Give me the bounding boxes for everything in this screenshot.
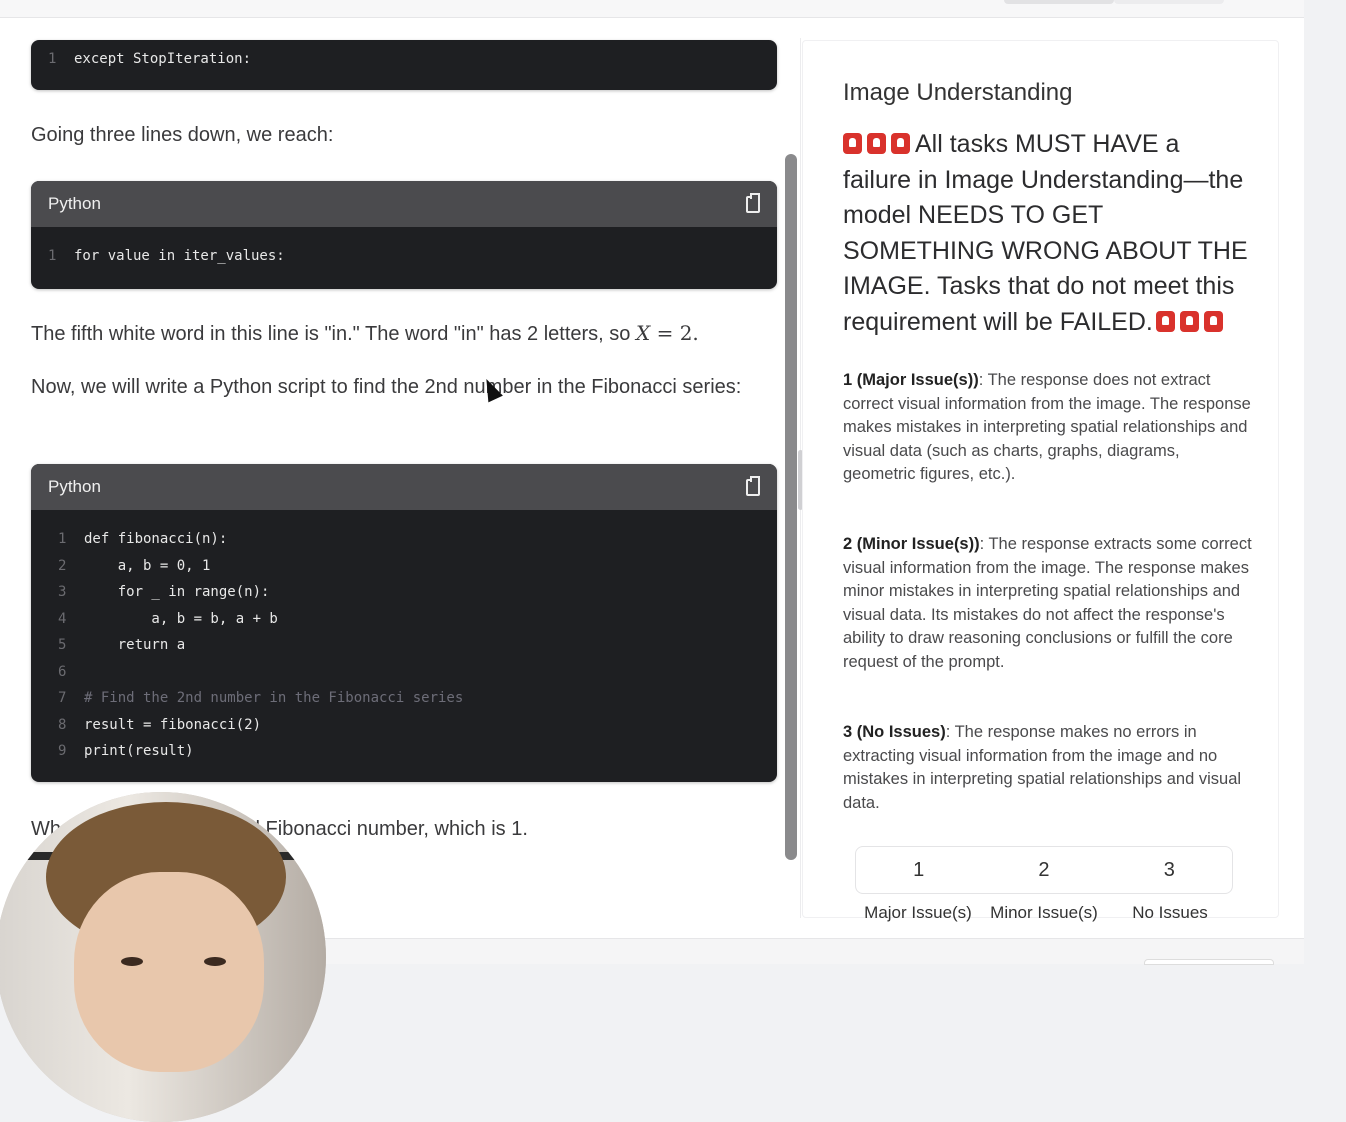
code-line: 6 <box>58 663 67 680</box>
code-line: 1 def fibonacci(n): <box>58 531 228 547</box>
rubric-criterion: 2 (Minor Issue(s)): The response extract… <box>843 535 1252 671</box>
top-tab[interactable] <box>1004 0 1114 4</box>
code-language-label: Python <box>48 477 101 496</box>
police-light-icon <box>1155 310 1175 332</box>
rating-selector: 1 2 3 <box>855 846 1233 894</box>
code-block: Python 1 for value in iter_values: <box>31 181 777 289</box>
rubric-criterion: 1 (Major Issue(s)): The response does no… <box>843 371 1251 483</box>
rating-label: Major Issue(s) <box>864 903 972 922</box>
rating-label: No Issues <box>1132 903 1208 922</box>
rating-option-3[interactable]: 3 <box>1107 847 1232 893</box>
police-light-icon <box>843 133 862 154</box>
code-block-header: Python <box>31 181 777 227</box>
code-block: Python 1 def fibonacci(n): 2 a, b = 0, 1 3 … <box>31 464 777 782</box>
code-block-partial: 1 except StopIteration: <box>31 40 777 90</box>
code-block-header: Python <box>31 464 777 510</box>
police-light-icon <box>1203 310 1223 332</box>
code-line: 1 except StopIteration: <box>48 51 252 67</box>
rubric-title: Image Understanding <box>843 79 1073 106</box>
webcam-overlay <box>0 792 326 1122</box>
code-line: 4 a, b = b, a + b <box>58 610 278 627</box>
code-line: 7 # Find the 2nd number in the Fibonacci … <box>58 690 464 706</box>
police-light-icon <box>1179 310 1199 332</box>
code-language-label: Python <box>48 194 101 213</box>
rating-option-1[interactable]: 1 <box>856 847 981 893</box>
rubric-criterion: 3 (No Issues): The response makes no err… <box>843 723 1242 812</box>
bottom-tab[interactable] <box>1144 959 1274 965</box>
response-paragraph: The fifth white word in this line is "in… <box>31 321 699 345</box>
response-paragraph: Now, we will write a Python script to fi… <box>31 376 742 398</box>
code-line: 9 print(result) <box>58 743 194 759</box>
code-line: 8 result = fibonacci(2) <box>58 716 262 733</box>
response-panel: 1 except StopIteration: Going three lines… <box>0 18 800 918</box>
code-line: 3 for _ in range(n): <box>58 584 270 600</box>
code-line: 1 for value in iter_values: <box>48 248 285 264</box>
copy-icon[interactable] <box>746 475 760 496</box>
response-paragraph: Going three lines down, we reach: <box>31 124 334 146</box>
scrollbar[interactable] <box>785 154 797 860</box>
code-line: 2 a, b = 0, 1 <box>58 557 211 574</box>
top-tab-2[interactable] <box>1114 0 1224 4</box>
copy-icon[interactable] <box>746 192 760 213</box>
math-variable: X <box>635 321 651 345</box>
top-strip <box>0 0 1304 18</box>
police-light-icon <box>867 133 886 154</box>
rubric-panel: Image Understanding All tasks MUST HAVE … <box>802 40 1279 922</box>
rating-labels: Major Issue(s) Minor Issue(s) No Issues <box>855 903 1233 923</box>
page: 1 except StopIteration: Going three lines… <box>0 0 1346 1122</box>
rating-option-2[interactable]: 2 <box>981 847 1106 893</box>
code-line: 5 return a <box>58 637 186 653</box>
rubric-warning: All tasks MUST HAVE a failure in Image U… <box>843 130 1248 336</box>
police-light-icon <box>891 133 910 154</box>
rating-label: Minor Issue(s) <box>990 903 1098 922</box>
